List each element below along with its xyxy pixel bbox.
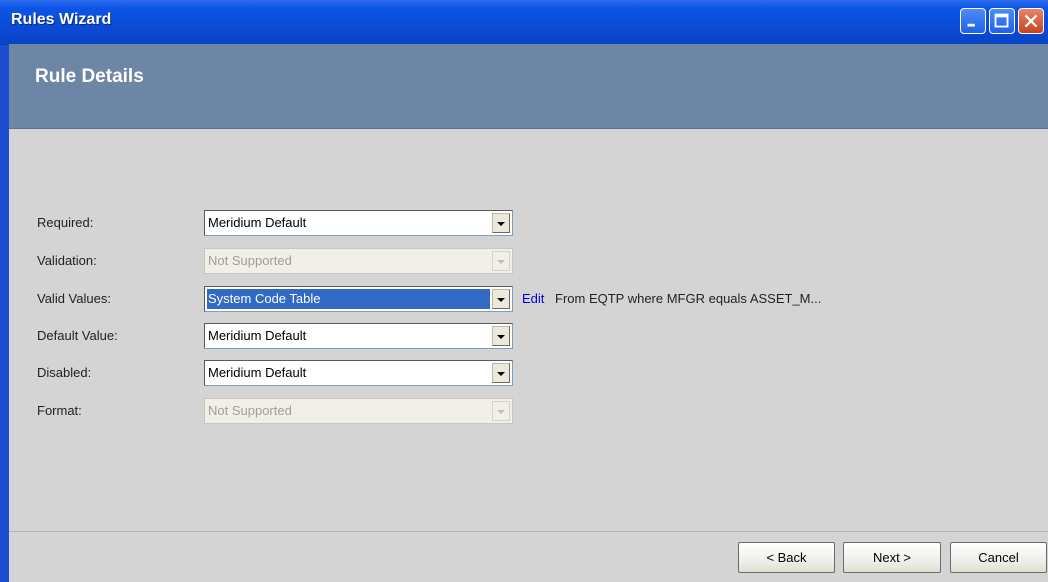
- format-value: Not Supported: [208, 403, 292, 418]
- chevron-down-icon: [492, 401, 510, 421]
- minimize-icon: [967, 23, 975, 27]
- maximize-icon: [994, 13, 1009, 28]
- back-button[interactable]: < Back: [738, 542, 835, 573]
- format-select: Not Supported: [204, 398, 513, 424]
- minimize-button[interactable]: [960, 8, 986, 34]
- chevron-down-icon[interactable]: [492, 326, 510, 346]
- wizard-footer: < Back Next > Cancel: [9, 532, 1048, 582]
- default-value-label: Default Value:: [37, 328, 118, 343]
- default-value-select[interactable]: Meridium Default: [204, 323, 513, 349]
- default-value-value: Meridium Default: [208, 328, 307, 343]
- rules-wizard-window: Rules Wizard Rule Details Required: Meri…: [0, 0, 1048, 582]
- next-button[interactable]: Next >: [843, 542, 941, 573]
- chevron-down-icon: [492, 251, 510, 271]
- valid-values-value: System Code Table: [208, 291, 321, 306]
- window-controls: [960, 8, 1044, 34]
- edit-link[interactable]: Edit: [522, 291, 544, 306]
- required-value: Meridium Default: [208, 215, 307, 230]
- required-select[interactable]: Meridium Default: [204, 210, 513, 236]
- wizard-header: Rule Details: [9, 44, 1048, 129]
- chevron-down-icon[interactable]: [492, 289, 510, 309]
- window-title: Rules Wizard: [11, 11, 112, 28]
- validation-label: Validation:: [37, 253, 97, 268]
- close-icon: [1024, 14, 1038, 28]
- valid-values-row: Valid Values: System Code Table Edit Fro…: [9, 286, 1009, 312]
- disabled-value: Meridium Default: [208, 365, 307, 380]
- disabled-select[interactable]: Meridium Default: [204, 360, 513, 386]
- validation-value: Not Supported: [208, 253, 292, 268]
- validation-select: Not Supported: [204, 248, 513, 274]
- close-button[interactable]: [1018, 8, 1044, 34]
- cancel-button[interactable]: Cancel: [950, 542, 1047, 573]
- chevron-down-icon[interactable]: [492, 213, 510, 233]
- required-label: Required:: [37, 215, 94, 230]
- chevron-down-icon[interactable]: [492, 363, 510, 383]
- page-title: Rule Details: [35, 66, 144, 87]
- disabled-label: Disabled:: [37, 365, 92, 380]
- valid-values-select[interactable]: System Code Table: [204, 286, 513, 312]
- format-label: Format:: [37, 403, 82, 418]
- title-bar[interactable]: Rules Wizard: [0, 0, 1048, 45]
- maximize-button[interactable]: [989, 8, 1015, 34]
- valid-values-description: From EQTP where MFGR equals ASSET_M...: [555, 291, 822, 306]
- valid-values-label: Valid Values:: [37, 291, 111, 306]
- rule-details-form: Required: Meridium Default Validation: N…: [9, 129, 1048, 531]
